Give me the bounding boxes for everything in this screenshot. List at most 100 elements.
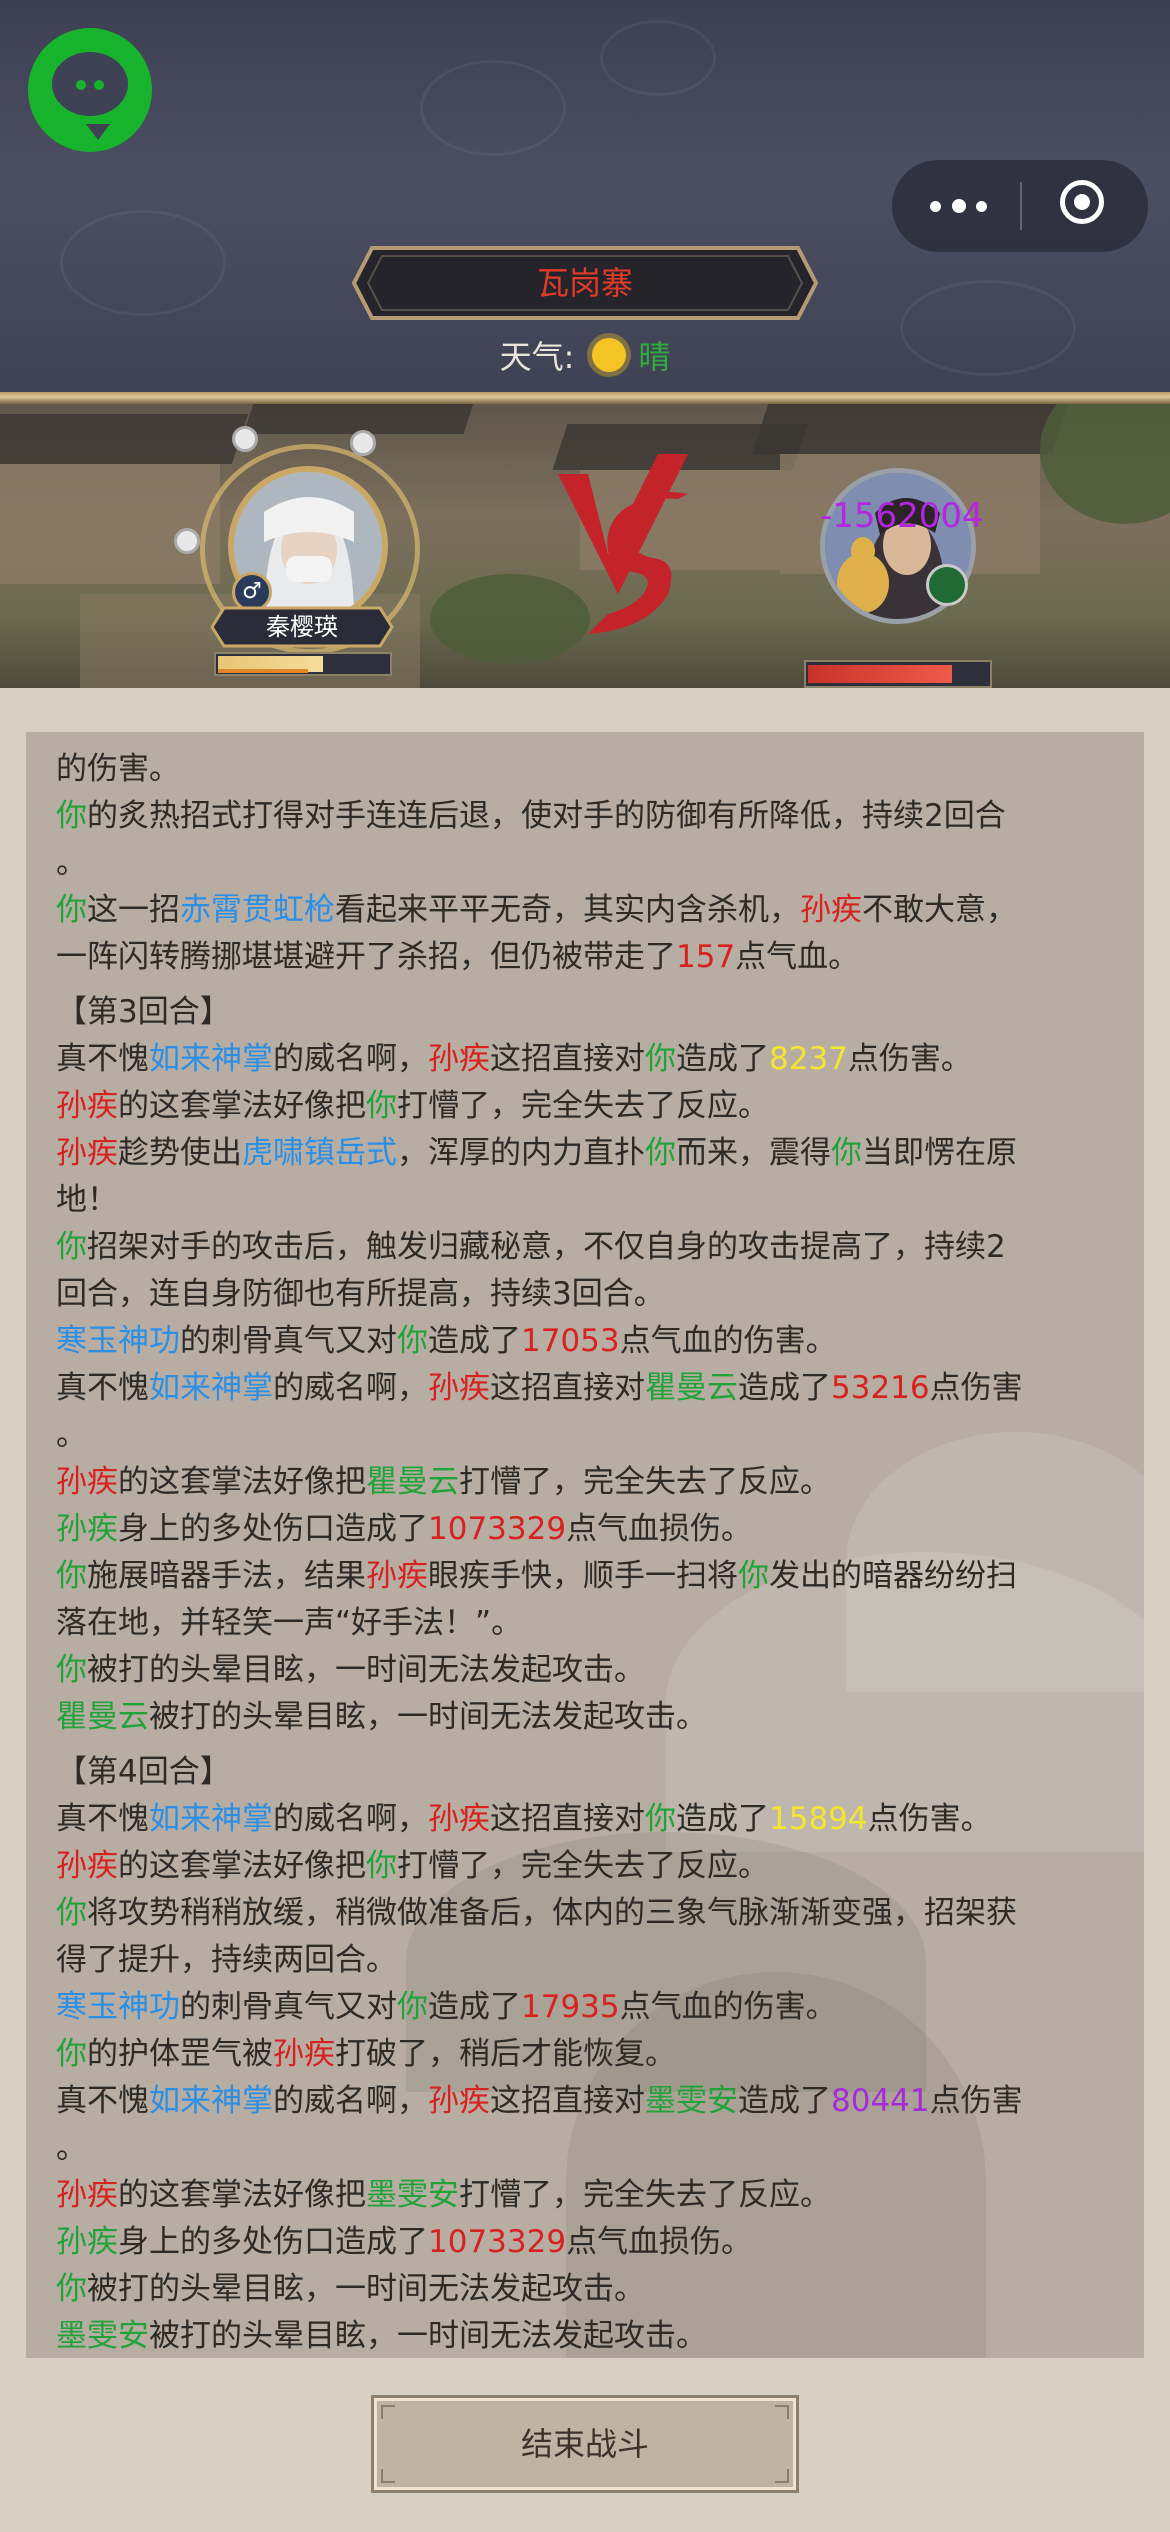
log-text: 真不愧 [56, 1801, 149, 1837]
log-highlight: 1073329 [428, 2224, 567, 2260]
log-highlight: 墨雯安 [366, 2177, 459, 2213]
log-highlight: 如来神掌 [149, 2083, 273, 2119]
log-text: 这招直接对 [490, 1041, 645, 1077]
log-text: 打懵了，完全失去了反应。 [459, 2177, 831, 2213]
cloud-decoration [420, 60, 566, 156]
log-text: 趁势使出 [118, 1135, 242, 1171]
log-highlight: 157 [676, 939, 736, 975]
log-highlight: 孙疾 [56, 1511, 118, 1547]
log-text: 的刺骨真气又对 [180, 1989, 397, 2025]
log-highlight: 孙疾 [56, 1135, 118, 1171]
log-highlight: 孙疾 [428, 1041, 490, 1077]
log-highlight: 如来神掌 [149, 1370, 273, 1406]
log-line: 瞿曼云被打的头晕目眩，一时间无法发起攻击。 [56, 1694, 1126, 1741]
location-title: 瓦岗寨 [536, 264, 633, 302]
log-text: 眼疾手快，顺手一扫将 [428, 1558, 738, 1594]
log-highlight: 你 [366, 1848, 397, 1884]
log-text: 打懵了，完全失去了反应。 [397, 1088, 769, 1124]
location-banner: 瓦岗寨 [352, 244, 818, 322]
log-text: 点气血的伤害。 [619, 1989, 837, 2025]
log-highlight: 孙疾 [273, 2036, 335, 2072]
log-line: 一阵闪转腾挪堪堪避开了杀招，但仍被带走了157点气血。 [56, 934, 1126, 981]
damage-number: -1562004 [820, 496, 984, 536]
log-text: 招架对手的攻击后，触发归藏秘意，不仅自身的攻击提高了，持续2 [87, 1229, 1006, 1265]
battle-scene: ♂ 秦樱瑛 -1562004 [0, 404, 1170, 688]
log-highlight: 你 [397, 1323, 428, 1359]
log-line: 孙疾趁势使出虎啸镇岳式，浑厚的内力直扑你而来，震得你当即愣在原 [56, 1130, 1126, 1177]
log-highlight: 虎啸镇岳式 [242, 1135, 397, 1171]
log-highlight: 你 [56, 1558, 87, 1594]
log-line: 孙疾身上的多处伤口造成了1073329点气血损伤。 [56, 1506, 1126, 1553]
log-text: 的威名啊， [273, 1801, 428, 1837]
log-highlight: 孙疾 [366, 1558, 428, 1594]
player-energy-fill [218, 669, 308, 673]
log-text: 这招直接对 [490, 1801, 645, 1837]
log-highlight: 你 [397, 1989, 428, 2025]
log-highlight: 你 [56, 892, 87, 928]
log-highlight: 孙疾 [56, 1464, 118, 1500]
log-highlight: 15894 [769, 1801, 868, 1837]
end-battle-button[interactable]: 结束战斗 [374, 2398, 796, 2490]
log-text: 被打的头晕目眩，一时间无法发起攻击。 [87, 1652, 645, 1688]
log-text: 点伤害 [929, 1370, 1023, 1406]
log-text: 被打的头晕目眩，一时间无法发起攻击。 [87, 2271, 645, 2307]
log-highlight: 你 [366, 1088, 397, 1124]
log-text: 而来，震得 [676, 1135, 831, 1171]
log-text: 打破了，稍后才能恢复。 [335, 2036, 676, 2072]
log-text: 落在地，并轻笑一声“好手法！”。 [56, 1605, 523, 1641]
log-line: 你的护体罡气被孙疾打破了，稍后才能恢复。 [56, 2031, 1126, 2078]
log-text: 得了提升，持续两回合。 [56, 1942, 397, 1978]
enemy-hp-fill [808, 665, 952, 683]
log-text: 被打的头晕目眩，一时间无法发起攻击。 [149, 2318, 707, 2354]
log-line: 回合，连自身防御也有所提高，持续3回合。 [56, 1271, 1126, 1318]
log-highlight: 17053 [521, 1323, 620, 1359]
log-text: 点伤害 [929, 2083, 1023, 2119]
log-line: 【第4回合】 [56, 1749, 1126, 1796]
skill-orb-icon [174, 528, 200, 554]
log-text: 身上的多处伤口造成了 [118, 2224, 428, 2260]
log-text: 发出的暗器纷纷扫 [769, 1558, 1017, 1594]
log-line: 。 [56, 1412, 1126, 1459]
round-header: 【第3回合】 [56, 994, 231, 1030]
log-line: 孙疾身上的多处伤口造成了1073329点气血损伤。 [56, 2219, 1126, 2266]
close-mini-program-icon[interactable] [1060, 180, 1104, 224]
skill-orb-icon [350, 430, 376, 456]
log-line: 。 [56, 2125, 1126, 2172]
weather-value: 晴 [638, 338, 671, 376]
log-text: 被打的头晕目眩，一时间无法发起攻击。 [149, 1699, 707, 1735]
log-highlight: 你 [56, 1895, 87, 1931]
log-text: 的威名啊， [273, 1041, 428, 1077]
more-options-icon[interactable] [926, 187, 1002, 225]
log-text: 的威名啊， [273, 1370, 428, 1406]
log-highlight: 孙疾 [428, 1801, 490, 1837]
log-text: 真不愧 [56, 1041, 149, 1077]
log-text: 施展暗器手法，结果 [87, 1558, 366, 1594]
skill-orb-icon [232, 426, 258, 452]
log-line: 孙疾的这套掌法好像把你打懵了，完全失去了反应。 [56, 1083, 1126, 1130]
log-text: 的护体罡气被 [87, 2036, 273, 2072]
log-text: 这招直接对 [490, 1370, 645, 1406]
log-highlight: 53216 [831, 1370, 930, 1406]
log-text: ，浑厚的内力直扑 [397, 1135, 645, 1171]
log-line: 你这一招赤霄贯虹枪看起来平平无奇，其实内含杀机，孙疾不敢大意， [56, 887, 1126, 934]
log-line: 墨雯安被打的头晕目眩，一时间无法发起攻击。 [56, 2313, 1126, 2358]
header-divider [0, 392, 1170, 404]
sun-icon [592, 338, 627, 372]
log-text: 不敢大意， [862, 892, 1017, 928]
log-highlight: 瞿曼云 [366, 1464, 459, 1500]
player-name-plate: 秦樱瑛 [210, 606, 394, 648]
log-text: 打懵了，完全失去了反应。 [397, 1848, 769, 1884]
log-highlight: 孙疾 [428, 1370, 490, 1406]
log-line: 。 [56, 840, 1126, 887]
log-line: 孙疾的这套掌法好像把墨雯安打懵了，完全失去了反应。 [56, 2172, 1126, 2219]
log-text: 打懵了，完全失去了反应。 [459, 1464, 831, 1500]
log-highlight: 瞿曼云 [645, 1370, 738, 1406]
log-highlight: 1073329 [428, 1511, 567, 1547]
log-highlight: 孙疾 [800, 892, 862, 928]
log-highlight: 你 [56, 798, 87, 834]
battle-log-panel[interactable]: 的伤害。 你的炙热招式打得对手连连后退，使对手的防御有所降低，持续2回合。你这一招… [26, 732, 1144, 2358]
log-text: 点气血。 [735, 939, 860, 975]
enemy-rank-icon [926, 564, 968, 606]
log-text: 这招直接对 [490, 2083, 645, 2119]
log-highlight: 80441 [831, 2083, 930, 2119]
